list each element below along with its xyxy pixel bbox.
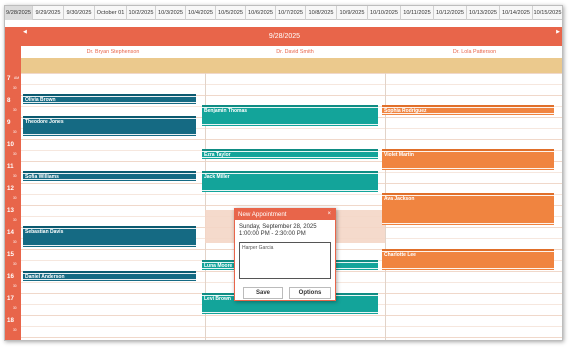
hour-label: 17 (7, 295, 14, 302)
hour-label: 8 (7, 97, 11, 104)
resource-name: Dr. David Smith (276, 49, 314, 55)
appointment[interactable]: Ava Jackson (382, 193, 554, 225)
day-header: ◀ 9/28/2025 ▶ (5, 27, 562, 46)
hour-label: 11 (7, 163, 14, 170)
half-hour-label: 30 (13, 108, 17, 112)
date-tab[interactable]: 10/8/2025 (306, 6, 337, 20)
half-hour-label: 30 (13, 262, 17, 266)
date-tab[interactable]: 10/9/2025 (337, 6, 368, 20)
date-tab[interactable]: 10/7/2025 (276, 6, 306, 20)
dialog-titlebar: New Appointment × (235, 209, 335, 220)
hour-label: 7 AM (7, 75, 20, 82)
date-tab[interactable]: 10/14/2025 (500, 6, 533, 20)
half-hour-label: 30 (13, 218, 17, 222)
date-tab[interactable]: 9/29/2025 (33, 6, 64, 20)
appointment[interactable]: Sofia Williams (23, 171, 196, 181)
appointment[interactable]: Olivia Brown (23, 94, 196, 104)
half-hour-label: 30 (13, 174, 17, 178)
date-tab[interactable]: 10/11/2025 (401, 6, 434, 20)
appointment[interactable]: Violet Martin (382, 149, 554, 170)
hour-label: 14 (7, 229, 14, 236)
date-tab[interactable]: 10/6/2025 (246, 6, 276, 20)
date-tab[interactable]: 10/12/2025 (434, 6, 467, 20)
dialog-title: New Appointment (238, 211, 287, 218)
hour-label: 10 (7, 141, 14, 148)
date-tab[interactable]: October 01 (95, 6, 127, 20)
appointment[interactable]: Daniel Anderson (23, 271, 196, 281)
date-tabs: 9/28/2025 9/29/2025 9/30/2025 October 01… (5, 6, 562, 20)
dialog-date: Sunday, September 28, 2025 (239, 224, 317, 230)
hour-label: 18 (7, 317, 14, 324)
half-hour-label: 30 (13, 86, 17, 90)
date-tab[interactable]: 10/15/2025 (533, 6, 562, 20)
half-hour-label: 30 (13, 152, 17, 156)
dialog-time: 1:00:00 PM - 2:30:00 PM (239, 231, 306, 237)
appointment[interactable]: Ezra Taylor (202, 149, 378, 159)
half-hour-label: 30 (13, 130, 17, 134)
close-icon[interactable]: × (327, 209, 331, 220)
appointment[interactable]: Sophia Rodriguez (382, 105, 554, 115)
options-button[interactable]: Options (289, 287, 331, 299)
hour-label: 9 (7, 119, 11, 126)
appointment[interactable]: Jack Miller (202, 171, 378, 192)
scheduler: 9/28/2025 9/29/2025 9/30/2025 October 01… (4, 5, 563, 341)
date-tab[interactable]: 10/13/2025 (467, 6, 500, 20)
date-tab[interactable]: 9/30/2025 (64, 6, 95, 20)
date-tab[interactable]: 10/4/2025 (186, 6, 216, 20)
hour-label: 12 (7, 185, 14, 192)
save-button[interactable]: Save (243, 287, 283, 299)
all-day-row[interactable] (21, 58, 562, 73)
date-tab[interactable]: 10/2/2025 (127, 6, 156, 20)
hour-label: 13 (7, 207, 14, 214)
date-tab[interactable]: 10/5/2025 (216, 6, 246, 20)
appointment[interactable]: Sebastian Davis (23, 226, 196, 247)
resource-name: Dr. Lola Patterson (452, 49, 497, 55)
hour-label: 15 (7, 251, 14, 258)
resource-name: Dr. Bryan Stephenson (86, 49, 140, 55)
appointment[interactable]: Charlotte Lee (382, 249, 554, 270)
appointment-name-input[interactable]: Harper Garcia (239, 242, 331, 279)
date-tab[interactable]: 10/10/2025 (368, 6, 401, 20)
half-hour-label: 30 (13, 240, 17, 244)
hour-label: 16 (7, 273, 14, 280)
day-title: 9/28/2025 (268, 33, 301, 40)
half-hour-label: 30 (13, 284, 17, 288)
appointment[interactable]: Benjamin Thomas (202, 105, 378, 126)
appointment[interactable]: Theodore Jones (23, 116, 196, 136)
half-hour-label: 30 (13, 306, 17, 310)
new-appointment-dialog: New Appointment × Sunday, September 28, … (234, 208, 336, 301)
half-hour-label: 30 (13, 328, 17, 332)
next-day-icon[interactable]: ▶ (556, 29, 560, 35)
half-hour-label: 30 (13, 196, 17, 200)
date-tab[interactable]: 10/3/2025 (156, 6, 186, 20)
resource-header: Dr. Bryan Stephenson Dr. David Smith Dr.… (21, 46, 562, 58)
date-tab[interactable]: 9/28/2025 (5, 6, 33, 20)
